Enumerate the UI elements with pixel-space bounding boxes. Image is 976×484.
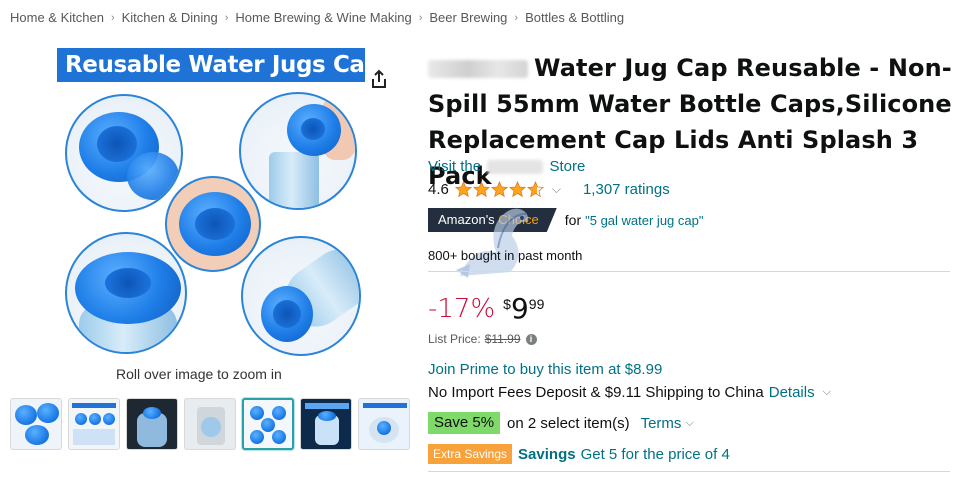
coupon-text: on 2 select item(s) bbox=[507, 414, 630, 432]
divider bbox=[428, 471, 950, 472]
thumbnail-strip bbox=[10, 398, 410, 450]
shipping-row: No Import Fees Deposit & $9.11 Shipping … bbox=[428, 384, 831, 401]
share-icon[interactable] bbox=[368, 68, 390, 90]
thumbnail-1[interactable] bbox=[10, 398, 62, 450]
chevron-right-icon: › bbox=[224, 11, 229, 24]
choice-keyword-link[interactable]: "5 gal water jug cap" bbox=[585, 213, 703, 228]
thumbnail-7[interactable] bbox=[358, 398, 410, 450]
save-coupon-badge[interactable]: Save 5% bbox=[428, 412, 501, 434]
extra-savings-row: Extra Savings Savings Get 5 for the pric… bbox=[428, 444, 730, 464]
chevron-right-icon: › bbox=[418, 11, 423, 24]
zoom-hint: Roll over image to zoom in bbox=[116, 366, 282, 382]
chevron-right-icon: › bbox=[514, 11, 519, 24]
discount-percent: -17% bbox=[428, 294, 496, 324]
image-circle-cap-bottle bbox=[65, 232, 187, 354]
coupon-row: Save 5% on 2 select item(s) Terms ⌵ bbox=[428, 412, 694, 434]
join-prime-link[interactable]: Join Prime to buy this item at $8.99 bbox=[428, 361, 662, 378]
redacted-brand bbox=[428, 60, 528, 78]
thumbnail-3[interactable] bbox=[126, 398, 178, 450]
watermark-seal-logo bbox=[456, 208, 529, 278]
chevron-right-icon: › bbox=[110, 11, 115, 24]
coupon-terms-link[interactable]: Terms bbox=[641, 415, 682, 432]
visit-store-link[interactable]: Visit the Store bbox=[428, 158, 585, 175]
list-price-row: List Price: $11.99 i bbox=[428, 332, 537, 346]
breadcrumb-item-beer-brewing[interactable]: Beer Brewing bbox=[429, 10, 507, 25]
price-whole: 9 bbox=[510, 292, 529, 325]
image-circle-cap-top bbox=[65, 94, 183, 212]
image-circle-cap-hand bbox=[239, 92, 357, 210]
info-icon[interactable]: i bbox=[525, 333, 537, 345]
extra-savings-badge: Extra Savings bbox=[428, 444, 513, 464]
thumbnail-5[interactable] bbox=[242, 398, 294, 450]
image-circle-cap-center bbox=[165, 176, 261, 272]
list-price-value: $11.99 bbox=[484, 332, 521, 346]
shipping-text: No Import Fees Deposit & $9.11 Shipping … bbox=[428, 384, 764, 401]
shipping-details-link[interactable]: Details bbox=[769, 384, 815, 401]
price-row: -17% $ 9 99 bbox=[428, 292, 544, 326]
divider bbox=[428, 271, 950, 272]
breadcrumb-item-home-brewing[interactable]: Home Brewing & Wine Making bbox=[235, 10, 411, 25]
price-symbol: $ bbox=[503, 296, 511, 312]
main-product-image[interactable]: Reusable Water Jugs Caps bbox=[55, 46, 394, 358]
bought-past-month: 800+ bought in past month bbox=[428, 248, 583, 263]
list-price-label: List Price: bbox=[428, 332, 481, 346]
thumbnail-2[interactable] bbox=[68, 398, 120, 450]
thumbnail-4[interactable] bbox=[184, 398, 236, 450]
thumbnail-6[interactable] bbox=[300, 398, 352, 450]
chevron-down-icon[interactable]: ⌵ bbox=[552, 182, 561, 197]
ratings-count-link[interactable]: 1,307 ratings bbox=[583, 181, 670, 198]
breadcrumb-item-home-kitchen[interactable]: Home & Kitchen bbox=[10, 10, 104, 25]
rating-value: 4.6 bbox=[428, 181, 449, 198]
breadcrumb-item-bottles-bottling[interactable]: Bottles & Bottling bbox=[525, 10, 624, 25]
price-fraction: 99 bbox=[528, 296, 545, 312]
breadcrumb-item-kitchen-dining[interactable]: Kitchen & Dining bbox=[122, 10, 218, 25]
choice-for-label: for bbox=[564, 212, 582, 228]
savings-link[interactable]: Savings bbox=[518, 446, 576, 463]
image-banner: Reusable Water Jugs Caps bbox=[57, 48, 394, 82]
breadcrumb: Home & Kitchen › Kitchen & Dining › Home… bbox=[10, 10, 624, 25]
chevron-down-icon[interactable]: ⌵ bbox=[823, 386, 831, 399]
redacted-store-name bbox=[487, 160, 544, 175]
chevron-down-icon[interactable]: ⌵ bbox=[685, 417, 693, 430]
image-circle-cap-jug bbox=[241, 236, 361, 356]
savings-offer-text[interactable]: Get 5 for the price of 4 bbox=[581, 446, 730, 463]
